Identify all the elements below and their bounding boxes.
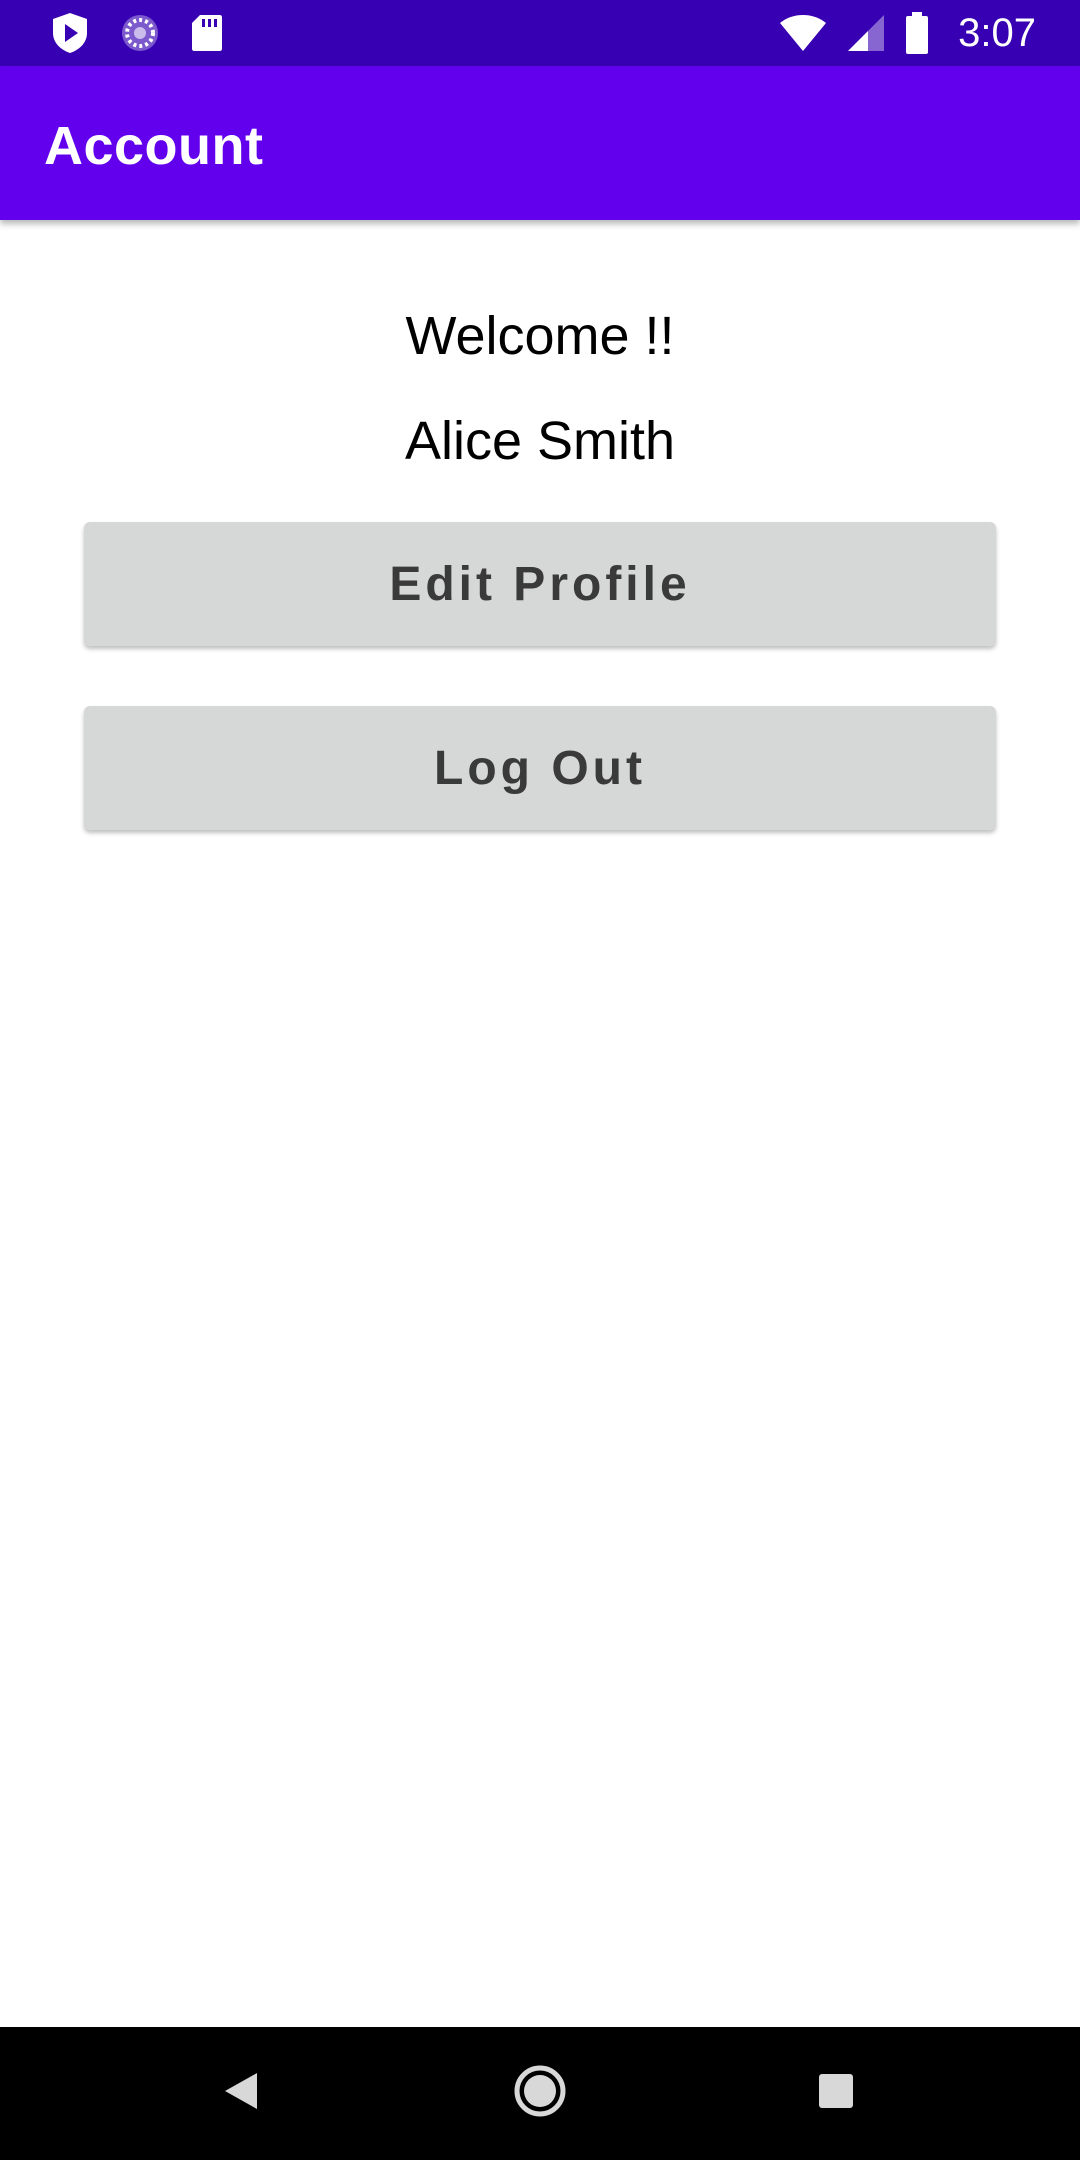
system-status: 3:07 [778, 0, 1036, 66]
back-button[interactable] [181, 2027, 301, 2160]
cellular-signal-icon [846, 13, 886, 53]
wifi-icon [778, 13, 828, 53]
welcome-text: Welcome !! [405, 306, 675, 366]
shield-icon [50, 11, 90, 55]
status-time: 3:07 [958, 10, 1036, 55]
page-title: Account [44, 116, 264, 176]
log-out-button[interactable]: Log Out [84, 706, 996, 830]
account-screen: 3:07 Account Welcome !! Alice Smith Edit… [0, 0, 1080, 2160]
notification-icons [50, 0, 224, 66]
recent-apps-icon [817, 2072, 855, 2115]
status-bar: 3:07 [0, 0, 1080, 66]
navigation-bar [0, 2027, 1080, 2160]
sync-icon [120, 13, 160, 53]
sd-card-icon [190, 13, 224, 53]
app-bar: Account [0, 66, 1080, 220]
recent-apps-button[interactable] [776, 2027, 896, 2160]
home-icon [513, 2064, 567, 2123]
user-name: Alice Smith [404, 411, 676, 471]
home-button[interactable] [480, 2027, 600, 2160]
battery-icon [904, 11, 930, 55]
back-icon [221, 2069, 261, 2118]
edit-profile-button[interactable]: Edit Profile [84, 522, 996, 646]
